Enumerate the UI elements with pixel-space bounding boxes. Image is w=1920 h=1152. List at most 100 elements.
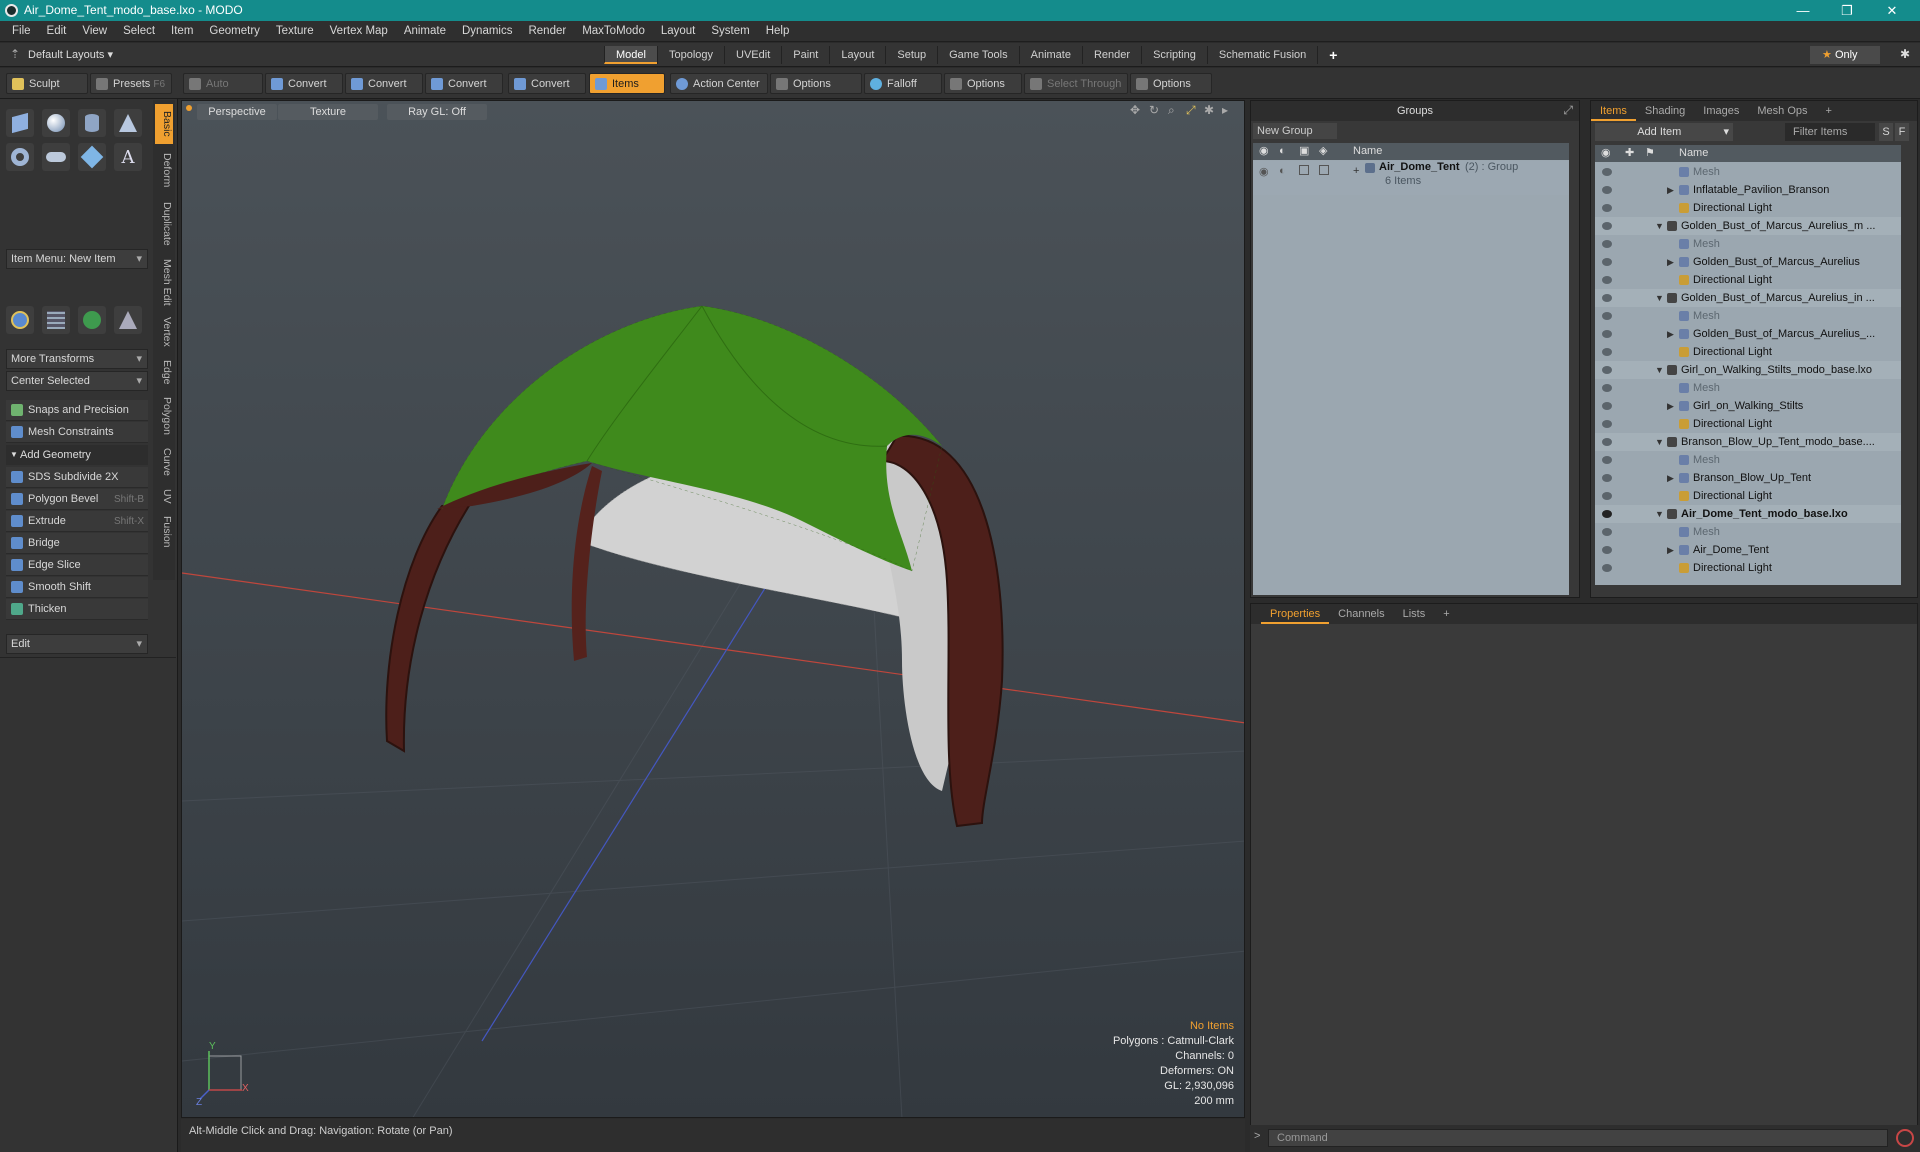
action-center-options-button[interactable]: Options	[770, 73, 862, 94]
menu-texture[interactable]: Texture	[268, 21, 322, 42]
list-item[interactable]: Directional Light	[1595, 559, 1901, 577]
eye-icon[interactable]	[1602, 312, 1612, 320]
eye-icon[interactable]: ◉	[1259, 165, 1269, 178]
eye-icon[interactable]	[1602, 564, 1612, 572]
eye-icon[interactable]	[1602, 276, 1612, 284]
menu-select[interactable]: Select	[115, 21, 163, 42]
minimize-button[interactable]: —	[1785, 1, 1821, 20]
cylinder-icon[interactable]	[78, 109, 106, 137]
menu-edit[interactable]: Edit	[39, 21, 75, 42]
list-item[interactable]: Directional Light	[1595, 415, 1901, 433]
pen-icon[interactable]	[78, 143, 106, 171]
sds-subdivide-button[interactable]: SDS Subdivide 2X	[6, 467, 148, 488]
tab-topology[interactable]: Topology	[656, 46, 724, 64]
convert-materials-button[interactable]: Convert	[508, 73, 586, 94]
vtab-fusion[interactable]: Fusion	[155, 512, 173, 552]
add-item-button[interactable]: Add Item ▾	[1595, 123, 1733, 141]
tab-properties[interactable]: Properties	[1261, 604, 1330, 624]
vtab-basic[interactable]: Basic	[155, 104, 173, 144]
mesh-constraints-button[interactable]: Mesh Constraints	[6, 422, 148, 443]
list-item[interactable]: Mesh	[1595, 307, 1901, 325]
transform-icon[interactable]	[6, 306, 34, 334]
eye-icon[interactable]	[1602, 510, 1612, 518]
falloff-options-button[interactable]: Options	[944, 73, 1022, 94]
collapse-triangle-icon[interactable]: ▼	[1655, 433, 1664, 451]
list-item[interactable]: Mesh	[1595, 235, 1901, 253]
grid-icon[interactable]	[42, 306, 70, 334]
menu-vertex-map[interactable]: Vertex Map	[322, 21, 396, 42]
tab-uvedit[interactable]: UVEdit	[724, 46, 781, 64]
menu-dynamics[interactable]: Dynamics	[454, 21, 520, 42]
auto-select-button[interactable]: Auto Select	[183, 73, 263, 111]
list-item[interactable]: Mesh	[1595, 451, 1901, 469]
add-items-tab-button[interactable]: +	[1817, 101, 1841, 121]
menu-render[interactable]: Render	[520, 21, 574, 42]
list-item[interactable]: ▶ Branson_Blow_Up_Tent	[1595, 469, 1901, 487]
scene-row[interactable]: ▼ Air_Dome_Tent_modo_base.lxo	[1595, 505, 1901, 523]
only-toggle[interactable]: ★ Only	[1810, 46, 1880, 64]
ref-column-icon[interactable]: ⚑	[1645, 145, 1655, 162]
menu-view[interactable]: View	[74, 21, 115, 42]
tab-mesh-ops[interactable]: Mesh Ops	[1748, 101, 1816, 121]
cube-icon[interactable]	[6, 109, 34, 137]
visibility-column-icon[interactable]: ◉	[1259, 143, 1269, 160]
menu-layout[interactable]: Layout	[653, 21, 704, 42]
eye-icon[interactable]	[1602, 492, 1612, 500]
filter-items-input[interactable]: Filter Items	[1785, 123, 1875, 141]
tab-animate[interactable]: Animate	[1018, 46, 1082, 64]
render-icon[interactable]: ◐	[1279, 165, 1286, 177]
select-through-button[interactable]: Select Through	[1024, 73, 1128, 94]
thicken-button[interactable]: Thicken	[6, 599, 148, 620]
list-item[interactable]: ▶ Golden_Bust_of_Marcus_Aurelius_...	[1595, 325, 1901, 343]
expand-triangle-icon[interactable]: ▶	[1667, 181, 1674, 199]
eye-icon[interactable]	[1602, 438, 1612, 446]
snaps-precision-button[interactable]: Snaps and Precision	[6, 400, 148, 421]
groups-name-column[interactable]: Name	[1353, 143, 1382, 160]
command-input[interactable]: Command	[1268, 1129, 1888, 1147]
add-tab-button[interactable]: +	[1317, 46, 1348, 64]
add-geometry-header[interactable]: ▼ Add Geometry	[6, 445, 148, 465]
menu-item[interactable]: Item	[163, 21, 201, 42]
menu-help[interactable]: Help	[758, 21, 798, 42]
expand-triangle-icon[interactable]: ▶	[1667, 469, 1674, 487]
text-icon[interactable]: A	[114, 143, 142, 171]
eye-icon[interactable]	[1602, 366, 1612, 374]
lock-column-icon[interactable]: ▣	[1299, 143, 1309, 160]
menu-animate[interactable]: Animate	[396, 21, 454, 42]
action-center-button[interactable]: Action Center	[670, 73, 768, 94]
record-icon[interactable]	[1896, 1129, 1914, 1147]
vtab-vertex[interactable]: Vertex	[155, 312, 173, 352]
list-item[interactable]: ▶ Inflatable_Pavilion_Branson	[1595, 181, 1901, 199]
tab-scripting[interactable]: Scripting	[1141, 46, 1207, 64]
list-item[interactable]: Directional Light	[1595, 199, 1901, 217]
group-row[interactable]: ◉ ◐ + Air_Dome_Tent (2) : Group 6 Items	[1253, 161, 1569, 195]
eye-icon[interactable]	[1602, 330, 1612, 338]
scene-row[interactable]: ▼ Girl_on_Walking_Stilts_modo_base.lxo	[1595, 361, 1901, 379]
eye-icon[interactable]	[1602, 402, 1612, 410]
lock-column-icon[interactable]: ✚	[1625, 145, 1634, 162]
list-item[interactable]: Mesh	[1595, 379, 1901, 397]
convert-edges-button[interactable]: Convert	[345, 73, 423, 94]
vtab-mesh-edit[interactable]: Mesh Edit	[155, 256, 173, 308]
lock-checkbox[interactable]	[1299, 165, 1309, 175]
eye-icon[interactable]	[1602, 204, 1612, 212]
filter-f-button[interactable]: F	[1895, 123, 1909, 141]
expand-triangle-icon[interactable]: ▶	[1667, 541, 1674, 559]
list-item[interactable]: ▶ Golden_Bust_of_Marcus_Aurelius	[1595, 253, 1901, 271]
extrude-button[interactable]: Extrude Shift-X	[6, 511, 148, 532]
list-item[interactable]: Directional Light	[1595, 487, 1901, 505]
convert-polygons-button[interactable]: Convert	[425, 73, 503, 94]
tab-layout[interactable]: Layout	[829, 46, 885, 64]
vtab-polygon[interactable]: Polygon	[155, 392, 173, 440]
add-properties-tab-button[interactable]: +	[1434, 604, 1458, 624]
tab-setup[interactable]: Setup	[885, 46, 937, 64]
capsule-icon[interactable]	[42, 143, 70, 171]
edge-slice-button[interactable]: Edge Slice	[6, 555, 148, 576]
more-transforms-dropdown[interactable]: More Transforms	[6, 349, 148, 369]
visibility-column-icon[interactable]: ◉	[1601, 145, 1611, 162]
collapse-triangle-icon[interactable]: ▼	[1655, 289, 1664, 307]
eye-icon[interactable]	[1602, 222, 1612, 230]
filter-s-button[interactable]: S	[1879, 123, 1893, 141]
sculpt-button[interactable]: Sculpt	[6, 73, 88, 94]
eye-icon[interactable]	[1602, 528, 1612, 536]
